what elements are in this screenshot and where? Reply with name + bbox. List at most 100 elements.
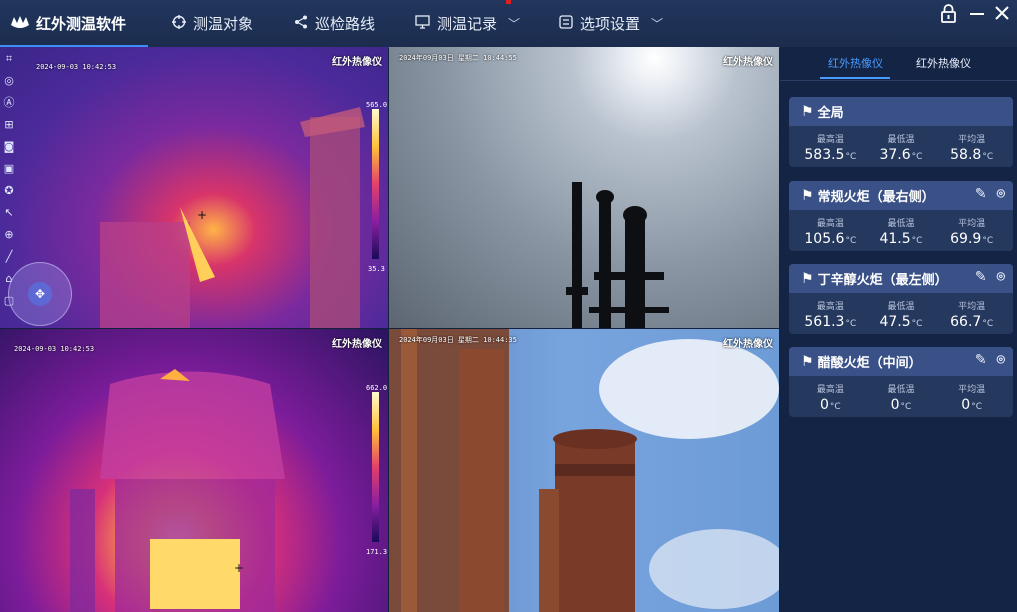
- monitor-record-icon: [415, 14, 430, 33]
- temperature-colorbar: [372, 109, 379, 259]
- app-title[interactable]: 红外测温软件: [0, 0, 149, 47]
- unit: °C: [911, 236, 923, 246]
- max-label: 最高温: [816, 219, 844, 229]
- flag-icon: ⚑: [801, 187, 814, 204]
- tab-camera-2[interactable]: 红外热像仪: [916, 55, 971, 71]
- max-label: 最高温: [816, 135, 844, 145]
- card-stats: 最高温 0°C 最低温 0°C 平均温 0°C: [789, 376, 1013, 417]
- location-pin-icon[interactable]: ⌾: [997, 352, 1005, 368]
- max-value: 561.3: [804, 314, 845, 330]
- chevron-down-icon: ﹀: [508, 17, 521, 31]
- card-header: ⚑ 醋酸火炬（中间） ✎ ⌾: [789, 347, 1013, 376]
- camera-icon[interactable]: ▣: [2, 162, 16, 176]
- avg-label: 平均温: [958, 302, 986, 312]
- camera-snapshot-icon[interactable]: ◙: [2, 140, 16, 154]
- pane-timestamp: 2024-09-03 10:42:53: [36, 63, 117, 71]
- scale-max: 662.0: [366, 384, 388, 392]
- capture-area-icon[interactable]: ⌗: [2, 52, 16, 66]
- avg-value: 69.9: [950, 231, 982, 247]
- unit: °C: [845, 152, 857, 162]
- crosshair-target-icon: [172, 14, 186, 33]
- min-value: 0: [890, 397, 900, 413]
- pane-timestamp: 2024-09-03 10:42:53: [14, 345, 95, 353]
- thermal-scene-3: [70, 369, 285, 612]
- pane-label: 红外热像仪: [723, 57, 773, 68]
- avg-label: 平均温: [958, 385, 986, 395]
- top-bar: 红外测温软件 测温对象 巡检路线 测温记录 ﹀ 选项设置 ﹀: [0, 0, 1017, 48]
- visible-view-2[interactable]: 2024年09月03日 星期二 10:44:55 红外热像仪: [389, 47, 779, 328]
- card-title: 常规火炬（最右侧）: [817, 190, 935, 205]
- location-pin-icon[interactable]: ⌾: [997, 186, 1005, 202]
- temp-card-regular-flare[interactable]: ⚑ 常规火炬（最右侧） ✎ ⌾ 最高温 105.6°C 最低温 41.5°C 平均温…: [789, 181, 1013, 251]
- max-label: 最高温: [816, 302, 844, 312]
- nav-options-settings[interactable]: 选项设置 ﹀: [559, 0, 663, 47]
- red-indicator: [506, 0, 511, 4]
- card-header: ⚑ 丁辛醇火炬（最左侧） ✎ ⌾: [789, 264, 1013, 293]
- location-pin-icon[interactable]: ⌾: [997, 269, 1005, 285]
- card-header: ⚑ 全局: [789, 97, 1013, 126]
- nav-measure-records[interactable]: 测温记录 ﹀: [415, 0, 520, 47]
- pane-timestamp: 2024年09月03日 星期二 10:44:55: [399, 54, 517, 62]
- chevron-down-icon: ﹀: [651, 17, 664, 31]
- tab-camera-1[interactable]: 红外热像仪: [828, 55, 883, 71]
- line-tool-icon[interactable]: ╱: [2, 250, 16, 264]
- unit: °C: [845, 236, 857, 246]
- select-cursor-icon[interactable]: ↖: [2, 206, 16, 220]
- thermal-view-3[interactable]: 2024-09-03 10:42:53 红外热像仪 662.0 171.3 +: [0, 329, 388, 612]
- preset-icon[interactable]: ✪: [2, 184, 16, 198]
- crosshair-icon[interactable]: ⊕: [2, 228, 16, 242]
- settings-icon: [559, 14, 573, 33]
- active-tab-indicator: [820, 77, 890, 79]
- minimize-icon[interactable]: [969, 4, 985, 28]
- edit-pencil-icon[interactable]: ✎: [975, 269, 987, 285]
- nav-inspection-route[interactable]: 巡检路线: [294, 0, 375, 47]
- edit-pencil-icon[interactable]: ✎: [975, 186, 987, 202]
- unit: °C: [971, 402, 982, 412]
- min-label: 最低温: [887, 302, 915, 312]
- unit: °C: [900, 402, 912, 412]
- stack-scene-4: [389, 329, 779, 612]
- pane-label: 红外热像仪: [332, 57, 382, 68]
- unit: °C: [982, 236, 994, 246]
- flag-icon: ⚑: [801, 353, 814, 370]
- temp-card-acetic-flare[interactable]: ⚑ 醋酸火炬（中间） ✎ ⌾ 最高温 0°C 最低温 0°C 平均温 0°C: [789, 347, 1013, 417]
- unit: °C: [911, 152, 923, 162]
- auto-focus-icon[interactable]: Ⓐ: [2, 96, 16, 110]
- min-value: 37.6: [879, 147, 911, 163]
- max-value: 0: [819, 397, 829, 413]
- card-stats: 最高温 561.3°C 最低温 47.5°C 平均温 66.7°C: [789, 293, 1013, 334]
- min-label: 最低温: [887, 135, 915, 145]
- lock-icon[interactable]: [940, 4, 957, 28]
- close-icon[interactable]: [994, 4, 1010, 28]
- ptz-center-icon[interactable]: ✥: [28, 282, 52, 306]
- flag-icon: ⚑: [801, 270, 814, 287]
- ptz-joystick[interactable]: ✥: [8, 262, 72, 326]
- focus-icon[interactable]: ◎: [2, 74, 16, 88]
- avg-value: 58.8: [950, 147, 982, 163]
- logo-icon: [10, 15, 30, 33]
- stack-silhouette-scene: [566, 182, 669, 328]
- min-value: 47.5: [879, 314, 911, 330]
- visible-view-4[interactable]: 2024年09月03日 星期二 10:44:35 红外热像仪: [389, 329, 779, 612]
- flag-icon: ⚑: [801, 103, 814, 120]
- unit: °C: [829, 402, 841, 412]
- share-route-icon: [294, 15, 308, 33]
- temp-card-global[interactable]: ⚑ 全局 最高温 583.5°C 最低温 37.6°C 平均温 58.8°C: [789, 97, 1013, 167]
- max-label: 最高温: [816, 385, 844, 395]
- palette-icon[interactable]: ⊞: [2, 118, 16, 132]
- avg-value: 66.7: [950, 314, 982, 330]
- nav-label: 选项设置: [580, 15, 641, 33]
- right-panel: 红外热像仪 红外热像仪 ⚑ 全局 最高温 583.5°C 最低温 37.6°C 平均…: [780, 47, 1017, 612]
- temp-card-octanol-flare[interactable]: ⚑ 丁辛醇火炬（最左侧） ✎ ⌾ 最高温 561.3°C 最低温 47.5°C 平均…: [789, 264, 1013, 334]
- avg-label: 平均温: [958, 219, 986, 229]
- unit: °C: [982, 152, 994, 162]
- edit-pencil-icon[interactable]: ✎: [975, 352, 987, 368]
- unit: °C: [845, 319, 857, 329]
- pane-label: 红外热像仪: [332, 339, 382, 350]
- nav-measure-objects[interactable]: 测温对象: [172, 0, 253, 47]
- scale-min: 35.3: [368, 265, 385, 273]
- card-header: ⚑ 常规火炬（最右侧） ✎ ⌾: [789, 181, 1013, 210]
- unit: °C: [911, 319, 923, 329]
- avg-label: 平均温: [958, 135, 986, 145]
- tool-strip: ⌗ ◎ Ⓐ ⊞ ◙ ▣ ✪ ↖ ⊕ ╱ ⌂ ▢: [0, 52, 18, 308]
